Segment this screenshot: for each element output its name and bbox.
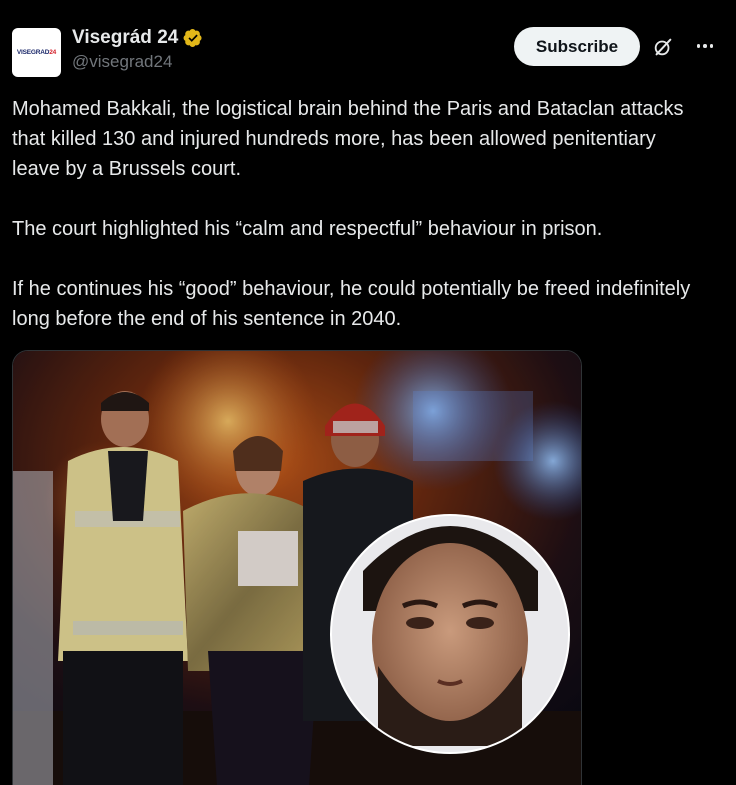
dot xyxy=(703,44,707,48)
photo-illustration xyxy=(13,351,581,785)
display-name[interactable]: Visegrád 24 xyxy=(72,26,178,50)
tweet-text: Mohamed Bakkali, the logistical brain be… xyxy=(12,94,702,334)
dot xyxy=(696,44,701,48)
verified-badge-icon xyxy=(183,29,202,47)
author-info: Visegrád 24 @visegrad24 xyxy=(72,26,203,74)
avatar[interactable]: VISEGRAD24 xyxy=(12,28,61,77)
tweet-card: VISEGRAD24 Visegrád 24 @visegrad24 Subsc… xyxy=(0,0,736,785)
tweet-paragraph: If he continues his “good” behaviour, he… xyxy=(12,278,691,330)
subscribe-button[interactable]: Subscribe xyxy=(514,27,640,66)
more-options-icon[interactable] xyxy=(694,35,716,57)
avatar-logo: VISEGRAD24 xyxy=(16,49,57,56)
display-name-row: Visegrád 24 xyxy=(72,26,203,50)
grok-icon[interactable] xyxy=(652,36,674,58)
tweet-photo[interactable] xyxy=(12,350,582,785)
tweet-paragraph: The court highlighted his “calm and resp… xyxy=(12,218,603,240)
tweet-header: VISEGRAD24 Visegrád 24 @visegrad24 Subsc… xyxy=(12,26,724,78)
tweet-paragraph: Mohamed Bakkali, the logistical brain be… xyxy=(12,98,684,180)
dot xyxy=(709,44,714,48)
author-handle[interactable]: @visegrad24 xyxy=(72,50,203,74)
